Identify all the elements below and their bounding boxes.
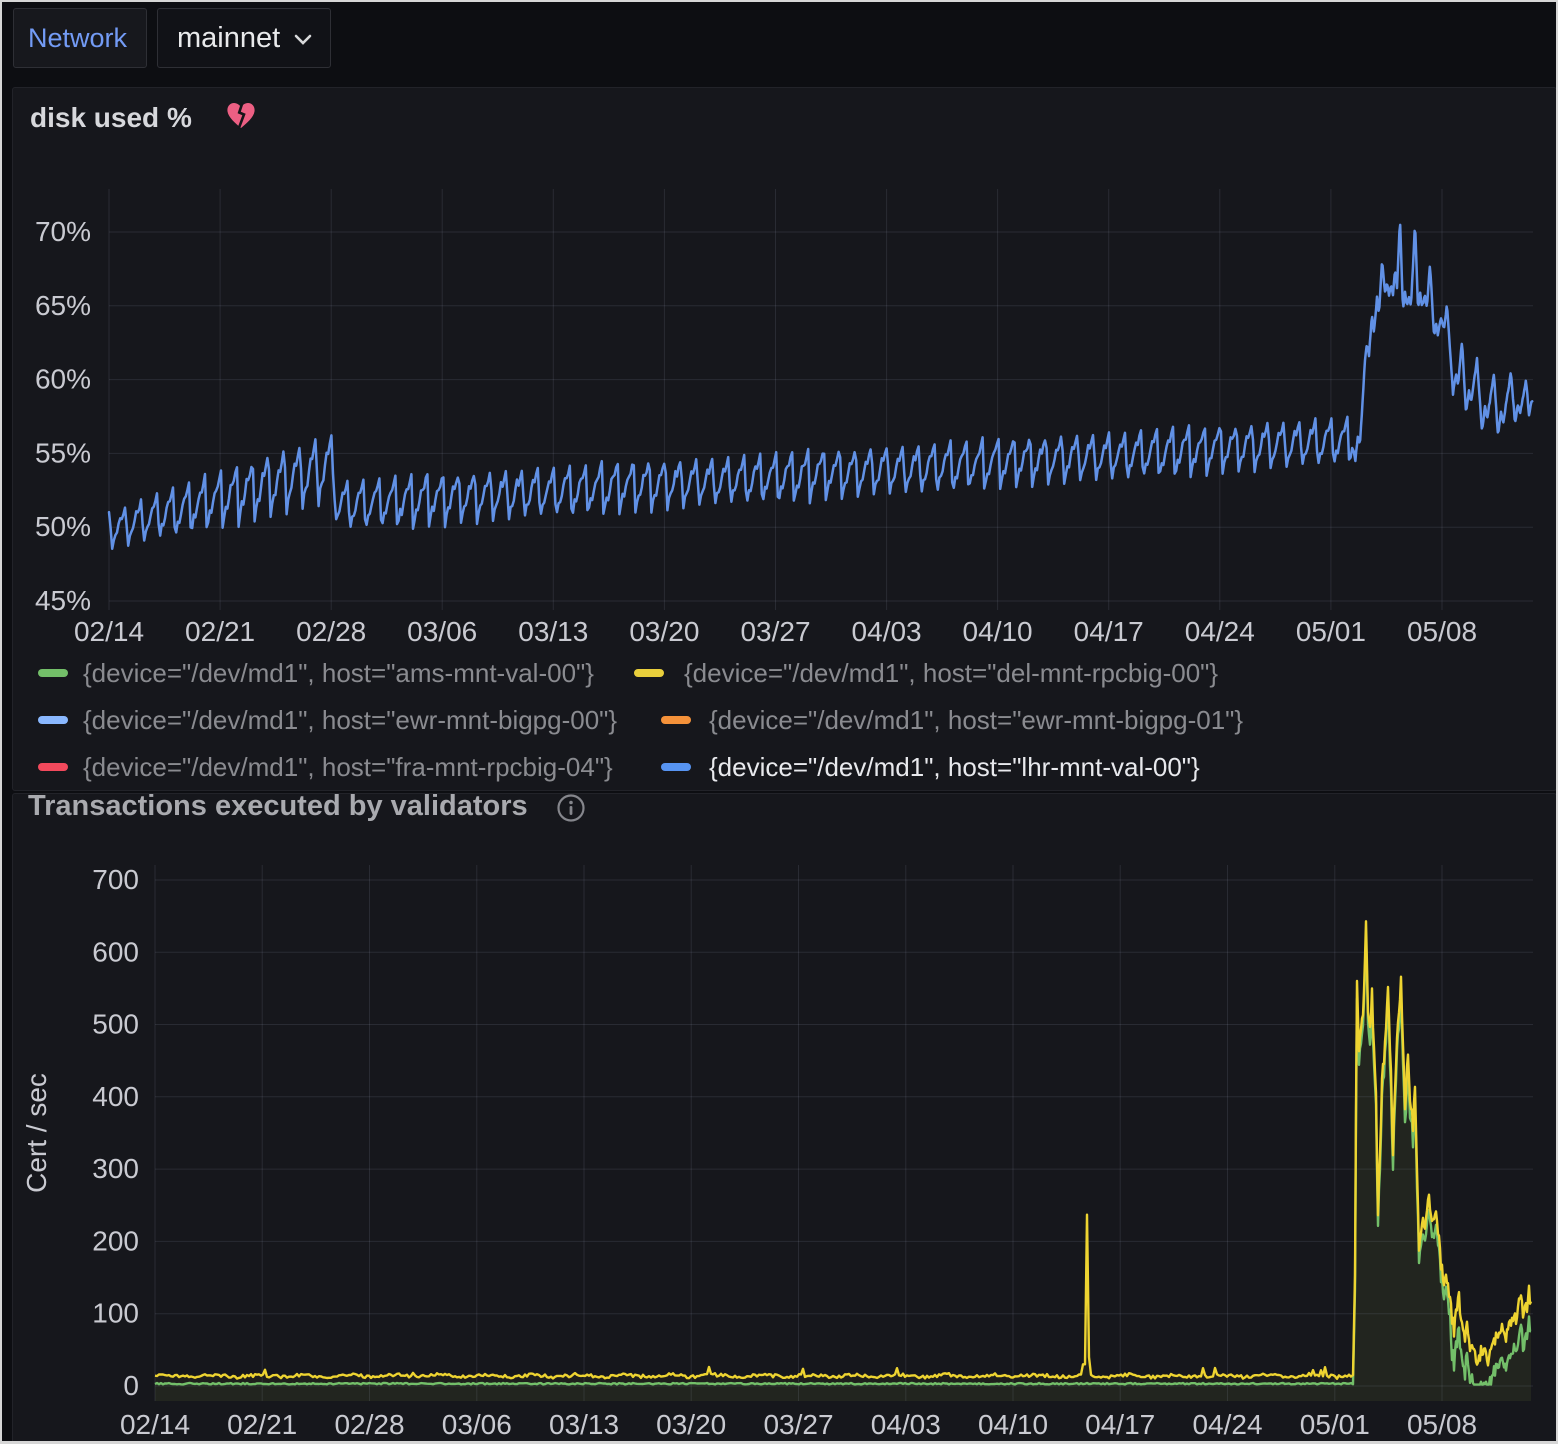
svg-text:02/21: 02/21 — [185, 616, 255, 647]
svg-text:55%: 55% — [35, 437, 91, 468]
svg-text:03/27: 03/27 — [740, 616, 810, 647]
svg-text:500: 500 — [92, 1009, 139, 1040]
svg-text:03/13: 03/13 — [549, 1409, 619, 1440]
svg-text:02/21: 02/21 — [227, 1409, 297, 1440]
svg-text:600: 600 — [92, 936, 139, 967]
svg-text:45%: 45% — [35, 585, 91, 616]
svg-text:65%: 65% — [35, 290, 91, 321]
svg-text:03/13: 03/13 — [518, 616, 588, 647]
svg-text:05/08: 05/08 — [1407, 616, 1477, 647]
svg-text:04/24: 04/24 — [1192, 1409, 1262, 1440]
svg-text:04/03: 04/03 — [852, 616, 922, 647]
svg-text:700: 700 — [92, 864, 139, 895]
svg-text:02/28: 02/28 — [334, 1409, 404, 1440]
svg-text:04/10: 04/10 — [978, 1409, 1048, 1440]
svg-text:300: 300 — [92, 1153, 139, 1184]
svg-text:04/03: 04/03 — [871, 1409, 941, 1440]
svg-text:05/01: 05/01 — [1300, 1409, 1370, 1440]
svg-text:03/06: 03/06 — [442, 1409, 512, 1440]
svg-text:Cert / sec: Cert / sec — [21, 1073, 52, 1193]
svg-text:03/20: 03/20 — [629, 616, 699, 647]
svg-text:400: 400 — [92, 1081, 139, 1112]
svg-text:02/14: 02/14 — [120, 1409, 190, 1440]
svg-text:03/27: 03/27 — [763, 1409, 833, 1440]
svg-text:0: 0 — [123, 1370, 139, 1401]
svg-text:02/14: 02/14 — [74, 616, 144, 647]
svg-text:03/06: 03/06 — [407, 616, 477, 647]
svg-text:70%: 70% — [35, 216, 91, 247]
svg-text:60%: 60% — [35, 364, 91, 395]
svg-text:05/08: 05/08 — [1407, 1409, 1477, 1440]
svg-text:03/20: 03/20 — [656, 1409, 726, 1440]
svg-text:200: 200 — [92, 1225, 139, 1256]
svg-text:04/17: 04/17 — [1074, 616, 1144, 647]
svg-text:04/10: 04/10 — [963, 616, 1033, 647]
svg-text:04/24: 04/24 — [1185, 616, 1255, 647]
svg-text:04/17: 04/17 — [1085, 1409, 1155, 1440]
svg-text:50%: 50% — [35, 511, 91, 542]
svg-text:05/01: 05/01 — [1296, 616, 1366, 647]
svg-text:02/28: 02/28 — [296, 616, 366, 647]
svg-text:100: 100 — [92, 1298, 139, 1329]
